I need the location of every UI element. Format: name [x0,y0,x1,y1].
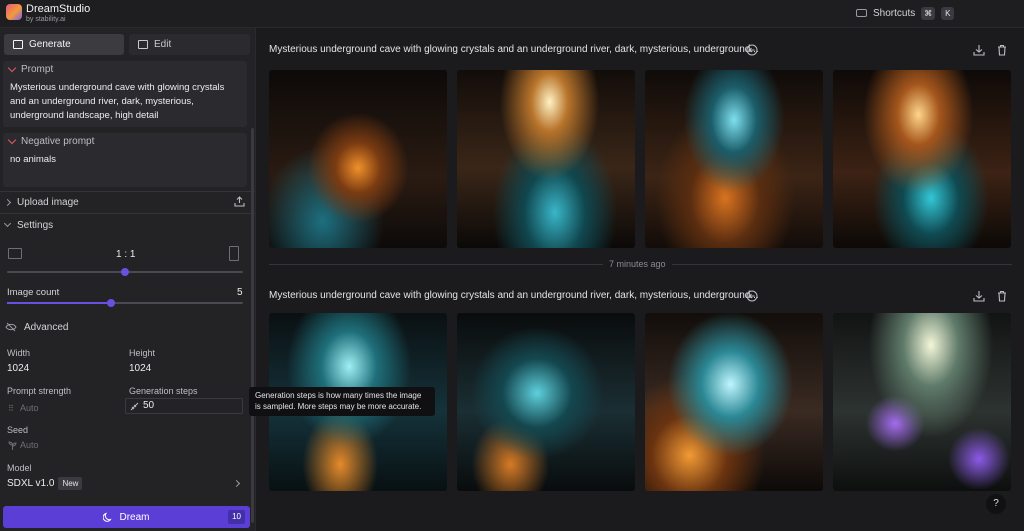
eye-slash-icon [5,322,17,332]
prompt-label: Prompt [21,63,54,75]
landscape-ratio-icon[interactable] [8,248,22,259]
chevron-right-icon [3,198,12,206]
moon-icon [103,512,113,522]
aspect-ratio-slider-thumb[interactable] [121,268,129,276]
width-value[interactable]: 1024 [7,363,29,374]
chevron-down-icon[interactable] [7,63,17,72]
negative-prompt-box[interactable]: Negative prompt no animals [3,133,247,187]
seed-label: Seed [7,425,29,435]
advanced-label: Advanced [24,321,69,333]
advanced-toggle[interactable]: Advanced [0,316,255,338]
negative-prompt-label: Negative prompt [21,135,95,147]
generated-image[interactable] [833,313,1011,491]
upload-image-label: Upload image [17,196,79,208]
delete-icon[interactable] [996,44,1008,56]
tab-generate-label: Generate [29,39,71,50]
k-key: K [941,6,955,20]
app-byline: by stability.ai [26,16,66,23]
prompt-input[interactable]: Mysterious underground cave with glowing… [3,77,247,123]
generated-image[interactable] [269,70,447,248]
height-label: Height [129,348,156,358]
reuse-prompt-icon[interactable] [746,44,758,56]
image-count-label: Image count [7,287,60,298]
chevron-right-icon[interactable] [232,479,241,488]
image-count-slider[interactable] [7,299,243,307]
settings-label: Settings [17,219,54,231]
edit-icon [138,40,148,49]
tab-generate[interactable]: Generate [4,34,124,55]
generated-image[interactable] [645,313,823,491]
chevron-down-icon[interactable] [7,135,17,144]
tab-edit-label: Edit [154,39,172,50]
grid-dots-icon: ⠿ [8,404,14,413]
main-gallery: Mysterious underground cave with glowing… [256,28,1024,531]
generate-icon [13,40,23,49]
settings-row[interactable]: Settings [0,214,255,236]
seed-value[interactable]: Auto [20,440,39,450]
download-icon[interactable] [973,44,985,56]
prompt-strength-value[interactable]: Auto [20,403,39,413]
aspect-ratio-slider[interactable] [7,268,243,276]
upload-icon[interactable] [234,196,245,207]
steps-icon [130,402,139,411]
shortcuts-button[interactable]: Shortcuts ⌘ K [856,6,955,20]
chevron-down-icon [3,219,12,228]
keyboard-icon [856,9,867,17]
generation-2-prompt: Mysterious underground cave with glowing… [269,290,759,301]
generated-image[interactable] [457,313,635,491]
cmd-key: ⌘ [921,6,936,20]
generated-image[interactable] [457,70,635,248]
reuse-prompt-icon[interactable] [746,290,758,302]
height-value[interactable]: 1024 [129,363,151,374]
seed-icon [8,441,17,450]
help-button[interactable]: ? [986,494,1006,514]
generated-image[interactable] [645,70,823,248]
tab-edit[interactable]: Edit [129,34,250,55]
shortcuts-label: Shortcuts [873,7,916,19]
generation-steps-label: Generation steps [129,386,198,396]
sidebar-scrollbar[interactable] [251,128,254,523]
prompt-strength-label: Prompt strength [7,386,72,396]
new-badge: New [58,477,83,490]
generation-steps-value: 50 [143,400,155,411]
generation-steps-tooltip: Generation steps is how many times the i… [249,387,435,416]
generated-image[interactable] [833,70,1011,248]
credits-badge: 10 [228,510,245,524]
model-selector[interactable]: SDXL v1.0 New [7,477,83,490]
image-count-value: 5 [237,287,243,298]
model-label: Model [7,463,32,473]
top-bar: DreamStudio by stability.ai Shortcuts ⌘ … [0,0,1024,28]
app-name: DreamStudio [26,3,91,15]
portrait-ratio-icon[interactable] [229,246,239,261]
aspect-ratio-value: 1 : 1 [116,249,136,260]
image-count-slider-fill [7,302,111,304]
image-count-slider-thumb[interactable] [106,299,115,307]
width-label: Width [7,348,31,358]
negative-prompt-input[interactable]: no animals [3,149,247,167]
dream-button[interactable]: Dream 10 [3,506,250,528]
sidebar: Generate Edit Prompt Mysterious undergro… [0,28,256,531]
dream-button-label: Dream [119,511,150,523]
generation-1-prompt: Mysterious underground cave with glowing… [269,44,759,55]
model-value: SDXL v1.0 [7,478,55,489]
time-separator-label: 7 minutes ago [603,259,672,269]
upload-image-row[interactable]: Upload image [0,191,255,213]
delete-icon[interactable] [996,290,1008,302]
prompt-box[interactable]: Prompt Mysterious underground cave with … [3,61,247,127]
download-icon[interactable] [973,290,985,302]
generation-steps-input[interactable]: 50 [125,398,243,414]
dreamstudio-logo-icon [6,4,22,20]
